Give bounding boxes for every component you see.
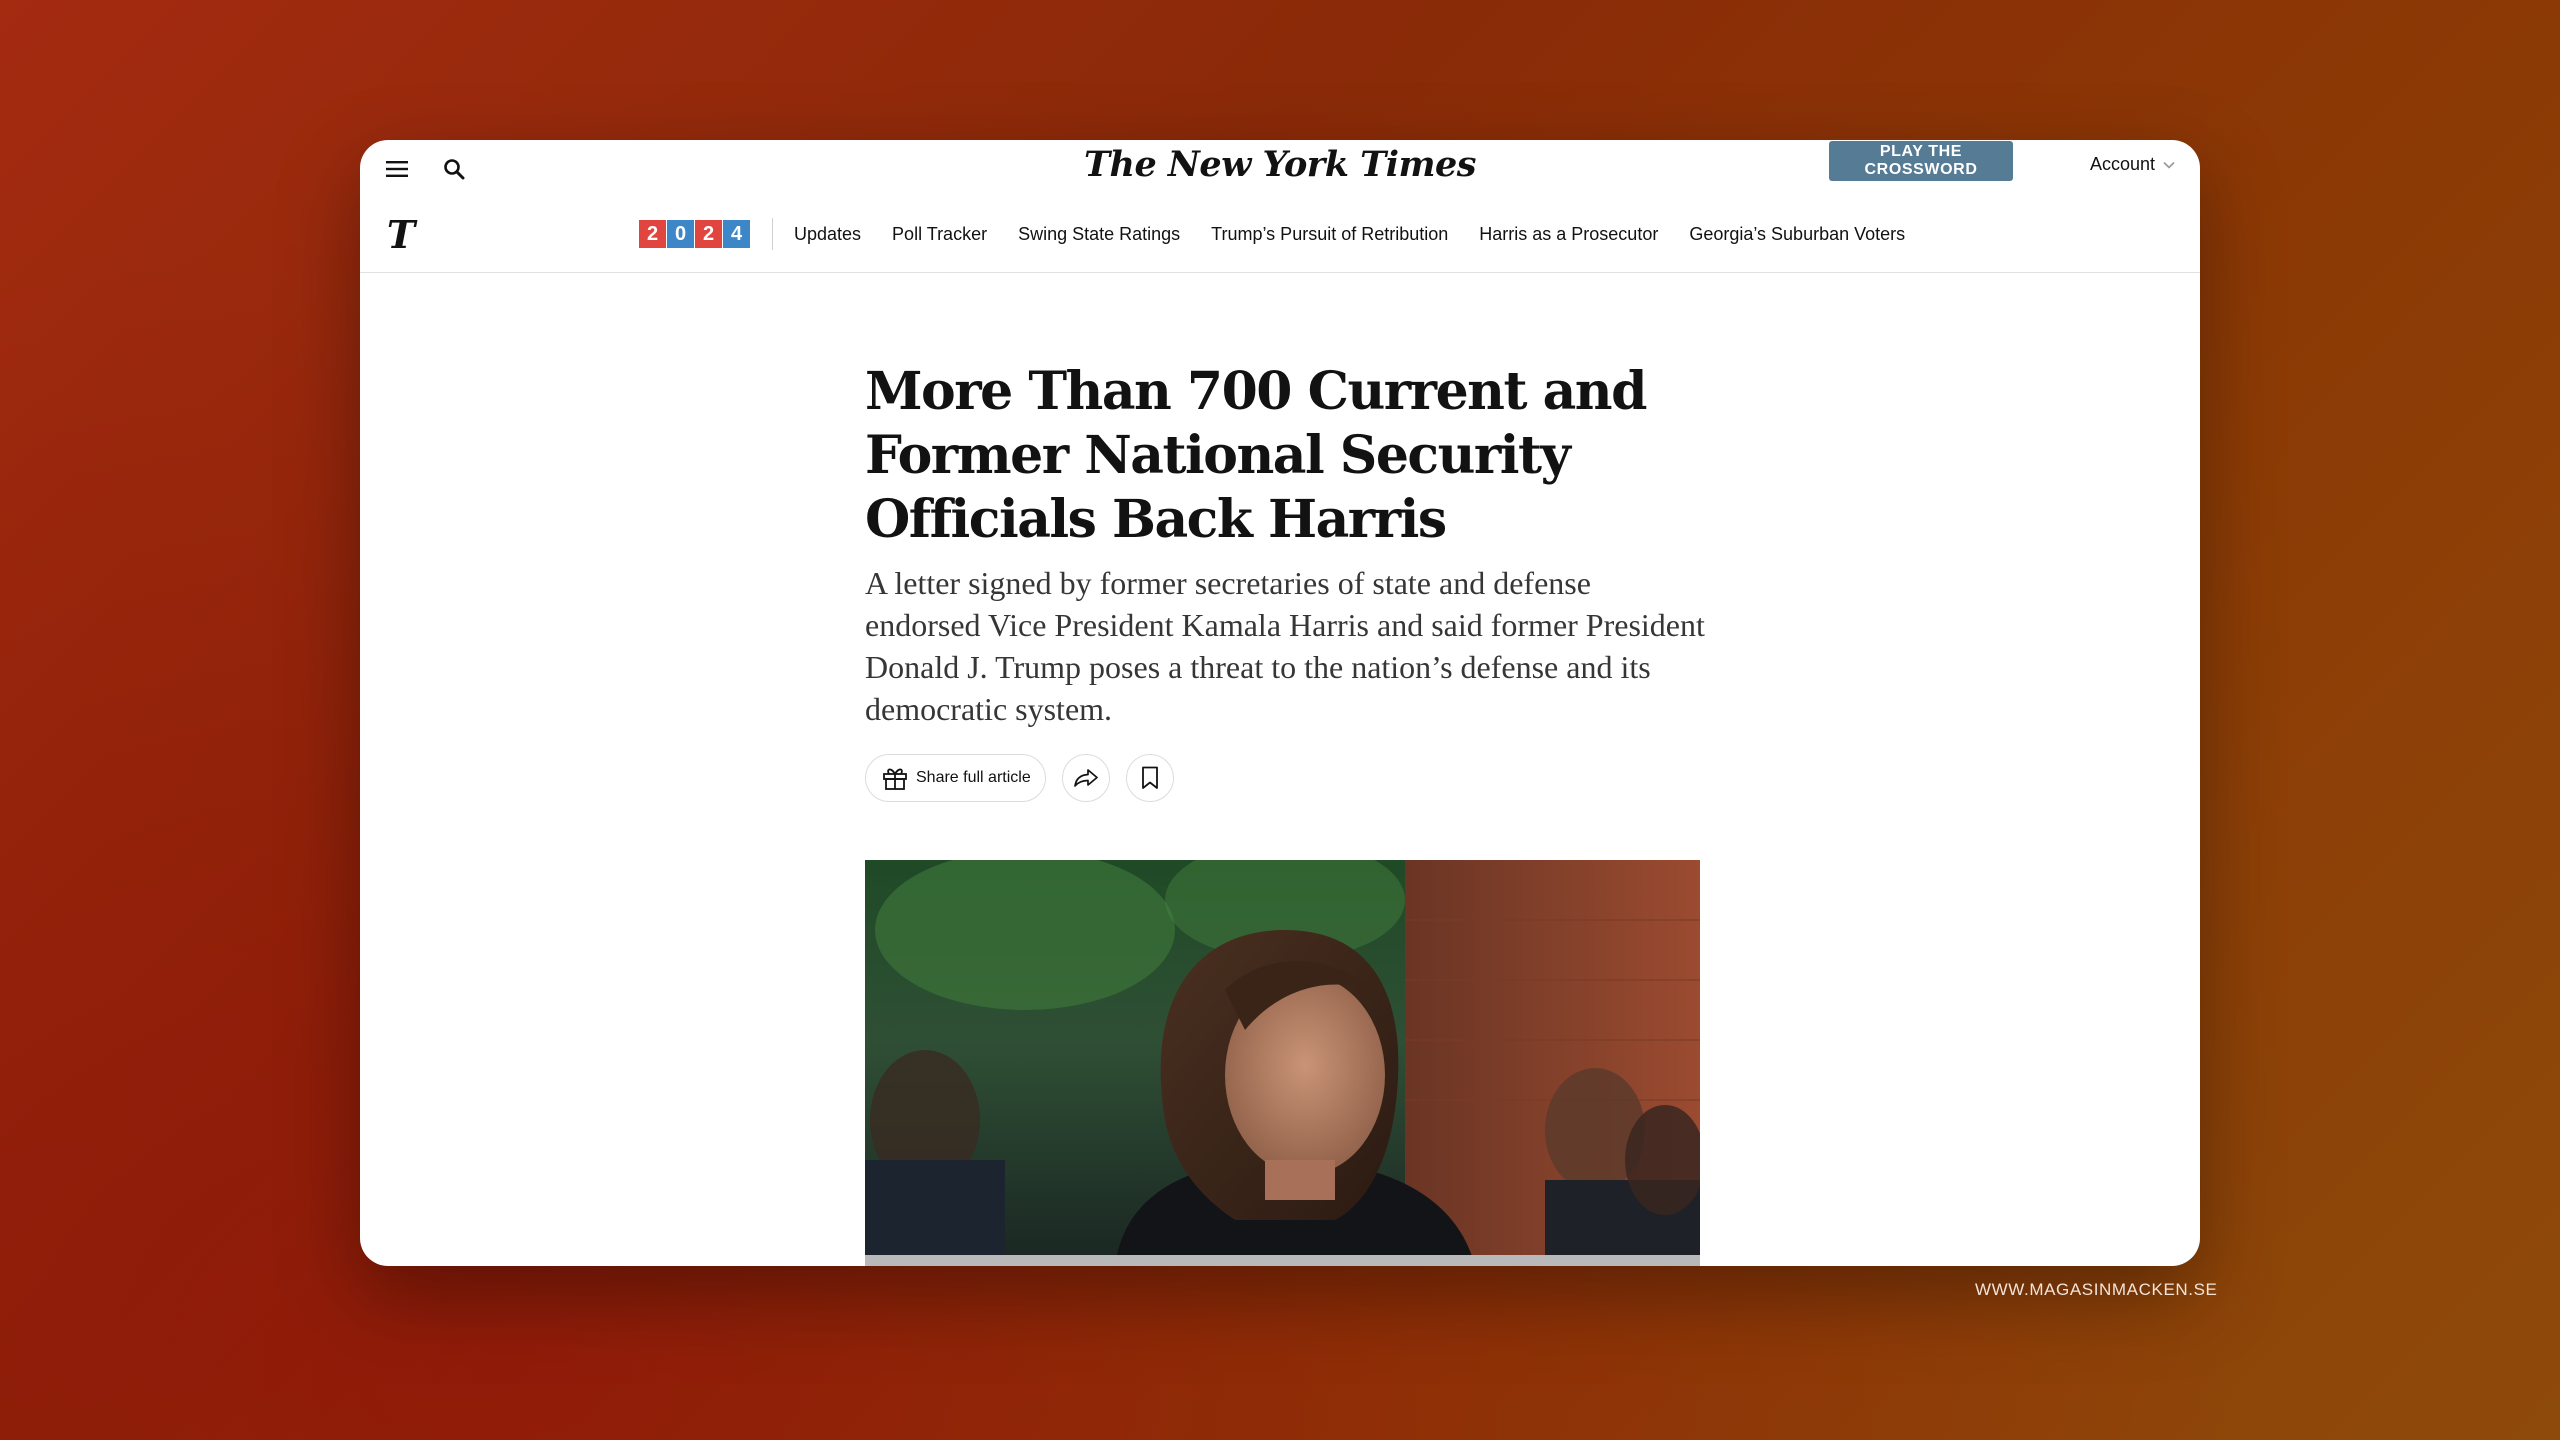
- chevron-down-icon: [2163, 161, 2175, 169]
- nav-link-swing-state-ratings[interactable]: Swing State Ratings: [1018, 224, 1180, 245]
- article-summary: A letter signed by former secretaries of…: [865, 565, 1705, 727]
- nav-link-trumps-pursuit[interactable]: Trump’s Pursuit of Retribution: [1211, 224, 1448, 245]
- browser-window: The New York Times PLAY THE CROSSWORD Ac…: [360, 140, 2200, 1266]
- nav-divider: [772, 218, 773, 250]
- year-digit: 2: [695, 220, 722, 248]
- search-icon: [444, 159, 465, 180]
- share-full-article-label: Share full article: [916, 769, 1031, 786]
- play-crossword-button[interactable]: PLAY THE CROSSWORD: [1829, 141, 2013, 181]
- year-digit: 0: [667, 220, 694, 248]
- article-photo-image: [865, 860, 1700, 1266]
- section-nav: T 2 0 2 4 Updates Poll Tracker Swing Sta…: [360, 196, 2200, 273]
- gift-icon: [883, 768, 907, 790]
- top-bar: The New York Times PLAY THE CROSSWORD Ac…: [360, 140, 2200, 195]
- nyt-t-logo[interactable]: T: [384, 212, 418, 257]
- account-label: Account: [2090, 154, 2156, 174]
- nav-link-georgia-voters[interactable]: Georgia’s Suburban Voters: [1689, 224, 1905, 245]
- masthead-logo[interactable]: The New York Times: [920, 144, 1640, 185]
- year-digit: 2: [639, 220, 666, 248]
- share-arrow-icon: [1073, 769, 1098, 787]
- menu-button[interactable]: [380, 152, 414, 186]
- save-button[interactable]: [1125, 754, 1174, 802]
- nav-link-updates[interactable]: Updates: [794, 224, 861, 245]
- bookmark-icon: [1141, 766, 1158, 789]
- article-header: More Than 700 Current and Former Nationa…: [865, 360, 1705, 730]
- watermark: WWW.MAGASINMACKEN.SE: [1975, 1280, 2218, 1299]
- election-2024-badge[interactable]: 2 0 2 4: [639, 220, 751, 248]
- year-digit: 4: [723, 220, 750, 248]
- article-headline: More Than 700 Current and Former Nationa…: [865, 361, 1647, 550]
- article-photo: [865, 860, 1700, 1266]
- share-button[interactable]: [1061, 754, 1110, 802]
- search-button[interactable]: [437, 152, 471, 186]
- nav-link-poll-tracker[interactable]: Poll Tracker: [892, 224, 987, 245]
- nav-links: Updates Poll Tracker Swing State Ratings…: [794, 196, 1905, 272]
- article-actions: Share full article: [865, 754, 1174, 802]
- account-menu[interactable]: Account: [2090, 154, 2175, 175]
- nav-link-harris-prosecutor[interactable]: Harris as a Prosecutor: [1479, 224, 1658, 245]
- menu-icon: [386, 161, 408, 177]
- share-full-article-button[interactable]: Share full article: [865, 754, 1046, 802]
